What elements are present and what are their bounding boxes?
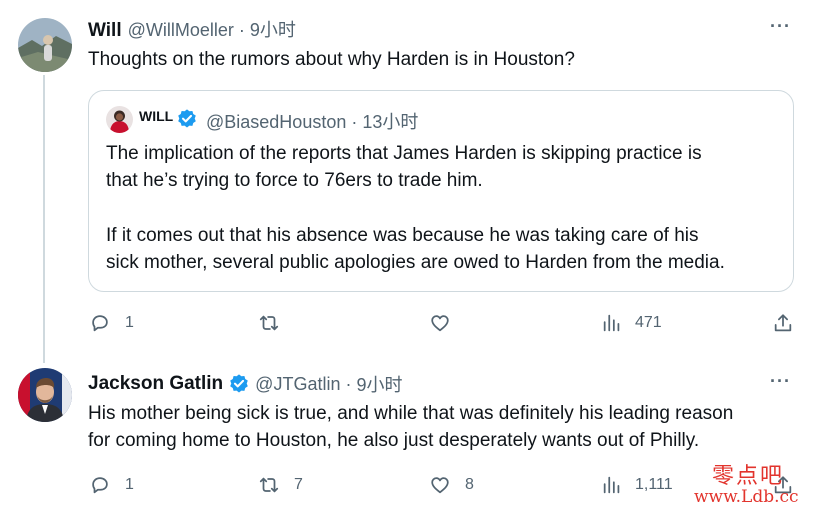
tweet-header: Jackson Gatlin @JTGatlin · 9小时 bbox=[88, 371, 402, 397]
views-chart-icon bbox=[603, 476, 620, 494]
separator-dot: · bbox=[238, 20, 245, 40]
reply-button[interactable]: 1 bbox=[89, 474, 134, 496]
quote-text-para2: If it comes out that his absence was bec… bbox=[106, 222, 725, 276]
retweet-button[interactable]: 7 bbox=[258, 474, 303, 496]
more-icon[interactable]: ··· bbox=[770, 16, 791, 37]
author-name[interactable]: Jackson Gatlin bbox=[88, 373, 223, 395]
like-button[interactable] bbox=[429, 312, 465, 334]
quote-author-name[interactable]: WILL bbox=[139, 108, 173, 124]
views-chart-icon bbox=[603, 314, 620, 332]
separator-dot: · bbox=[345, 373, 352, 394]
retweet-icon bbox=[259, 315, 279, 331]
tweet-header: Will @WillMoeller · 9小时 bbox=[88, 16, 296, 42]
quote-line: that he’s trying to force to 76ers to tr… bbox=[106, 170, 483, 191]
reply-button[interactable]: 1 bbox=[89, 312, 134, 334]
tweet-line: for coming home to Houston, he also just… bbox=[88, 430, 700, 451]
views-button[interactable]: 1,111 bbox=[601, 474, 673, 496]
tweet-line: His mother being sick is true, and while… bbox=[88, 403, 734, 424]
tweet-text: Thoughts on the rumors about why Harden … bbox=[88, 49, 575, 70]
like-count: 8 bbox=[465, 476, 474, 493]
avatar-jackson-gatlin[interactable] bbox=[18, 368, 72, 422]
avatar-will[interactable] bbox=[18, 18, 72, 72]
view-count: 1,111 bbox=[635, 476, 673, 493]
retweet-count: 7 bbox=[294, 476, 303, 493]
author-handle[interactable]: @WillMoeller bbox=[128, 20, 234, 41]
quote-line: The implication of the reports that Jame… bbox=[106, 143, 702, 164]
verified-badge-icon bbox=[178, 109, 196, 128]
view-count: 471 bbox=[635, 314, 662, 331]
reply-count: 1 bbox=[125, 314, 134, 331]
author-name[interactable]: Will bbox=[88, 20, 122, 42]
views-button[interactable]: 471 bbox=[601, 312, 662, 334]
tweet-text: His mother being sick is true, and while… bbox=[88, 400, 733, 454]
tweet-time[interactable]: 9小时 bbox=[250, 16, 296, 42]
tweet-time[interactable]: 9小时 bbox=[356, 371, 402, 397]
verified-badge-icon bbox=[230, 374, 248, 393]
quote-time[interactable]: 13小时 bbox=[362, 108, 418, 134]
separator-dot: · bbox=[351, 112, 358, 132]
author-handle[interactable]: @JTGatlin bbox=[255, 374, 340, 395]
watermark-url: www.Ldb.cc bbox=[694, 487, 799, 507]
thread-connector-line bbox=[43, 75, 45, 363]
quote-text-para1: The implication of the reports that Jame… bbox=[106, 140, 702, 194]
share-icon bbox=[774, 314, 792, 332]
reply-icon bbox=[92, 315, 108, 332]
watermark-chinese: 零点吧 bbox=[712, 464, 785, 489]
reply-count: 1 bbox=[125, 476, 134, 493]
retweet-button[interactable] bbox=[258, 312, 294, 334]
reply-icon bbox=[92, 477, 108, 494]
share-button[interactable] bbox=[772, 312, 794, 334]
like-button[interactable]: 8 bbox=[429, 474, 474, 496]
quote-line: sick mother, several public apologies ar… bbox=[106, 252, 725, 273]
quote-header-meta: @BiasedHouston · 13小时 bbox=[206, 108, 418, 134]
quote-line: If it comes out that his absence was bec… bbox=[106, 225, 699, 246]
heart-icon bbox=[431, 477, 449, 494]
quote-author-handle[interactable]: @BiasedHouston bbox=[206, 112, 346, 133]
heart-icon bbox=[431, 315, 449, 332]
more-icon[interactable]: ··· bbox=[770, 371, 791, 392]
retweet-icon bbox=[259, 477, 279, 493]
quote-avatar[interactable] bbox=[106, 106, 133, 133]
